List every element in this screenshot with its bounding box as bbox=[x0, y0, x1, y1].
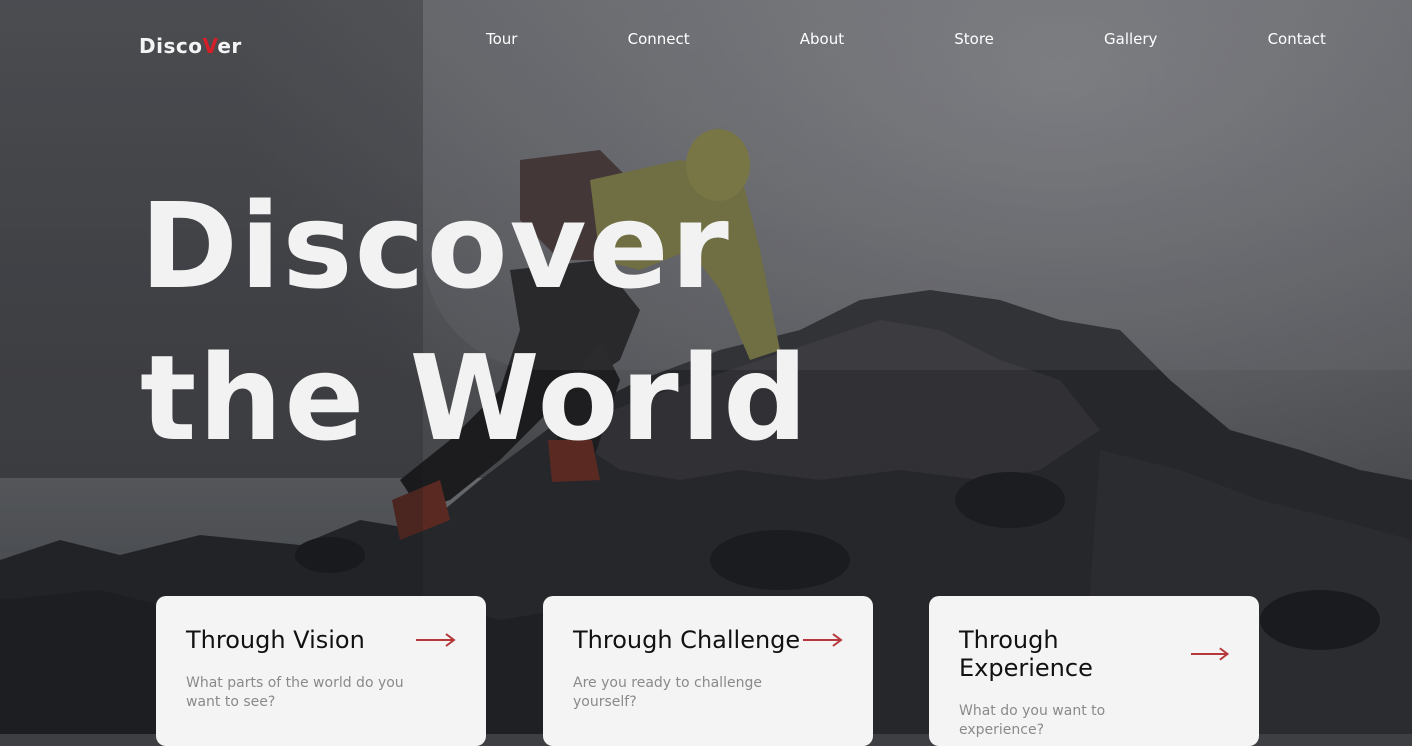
feature-card-vision[interactable]: Through Vision What parts of the world d… bbox=[156, 596, 486, 746]
card-title-row: Through Vision bbox=[186, 626, 456, 654]
nav-item-store[interactable]: Store bbox=[938, 30, 1010, 48]
brand-accent-letter: V bbox=[202, 34, 218, 58]
main-navigation: Tour Connect About Store Gallery Contact bbox=[470, 30, 1342, 48]
nav-item-gallery[interactable]: Gallery bbox=[1088, 30, 1173, 48]
hero-headline-line-2: the World bbox=[140, 329, 810, 467]
card-title: Through Challenge bbox=[573, 626, 801, 654]
card-description: What do you want to experience? bbox=[959, 703, 1106, 738]
nav-item-contact[interactable]: Contact bbox=[1252, 30, 1342, 48]
card-title-row: Through Challenge bbox=[573, 626, 843, 654]
card-title: Through Experience bbox=[959, 626, 1093, 682]
card-description: Are you ready to challenge yourself? bbox=[573, 675, 762, 710]
nav-item-about[interactable]: About bbox=[784, 30, 860, 48]
feature-card-challenge[interactable]: Through Challenge Are you ready to chall… bbox=[543, 596, 873, 746]
nav-item-connect[interactable]: Connect bbox=[612, 30, 706, 48]
card-description: What parts of the world do you want to s… bbox=[186, 675, 404, 710]
card-title-row: Through Experience bbox=[959, 626, 1229, 682]
hero-headline-line-1: Discover bbox=[140, 177, 731, 315]
brand-logo[interactable]: DiscoVer bbox=[139, 34, 242, 58]
arrow-right-icon[interactable] bbox=[803, 633, 843, 647]
brand-text-start: Disco bbox=[139, 34, 203, 58]
nav-item-tour[interactable]: Tour bbox=[470, 30, 533, 48]
arrow-right-icon[interactable] bbox=[416, 633, 456, 647]
card-title: Through Vision bbox=[186, 626, 365, 654]
arrow-right-icon[interactable] bbox=[1190, 647, 1229, 661]
brand-text-end: er bbox=[217, 34, 242, 58]
feature-card-experience[interactable]: Through Experience What do you want to e… bbox=[929, 596, 1259, 746]
hero-headline: Discover the World bbox=[140, 170, 810, 474]
